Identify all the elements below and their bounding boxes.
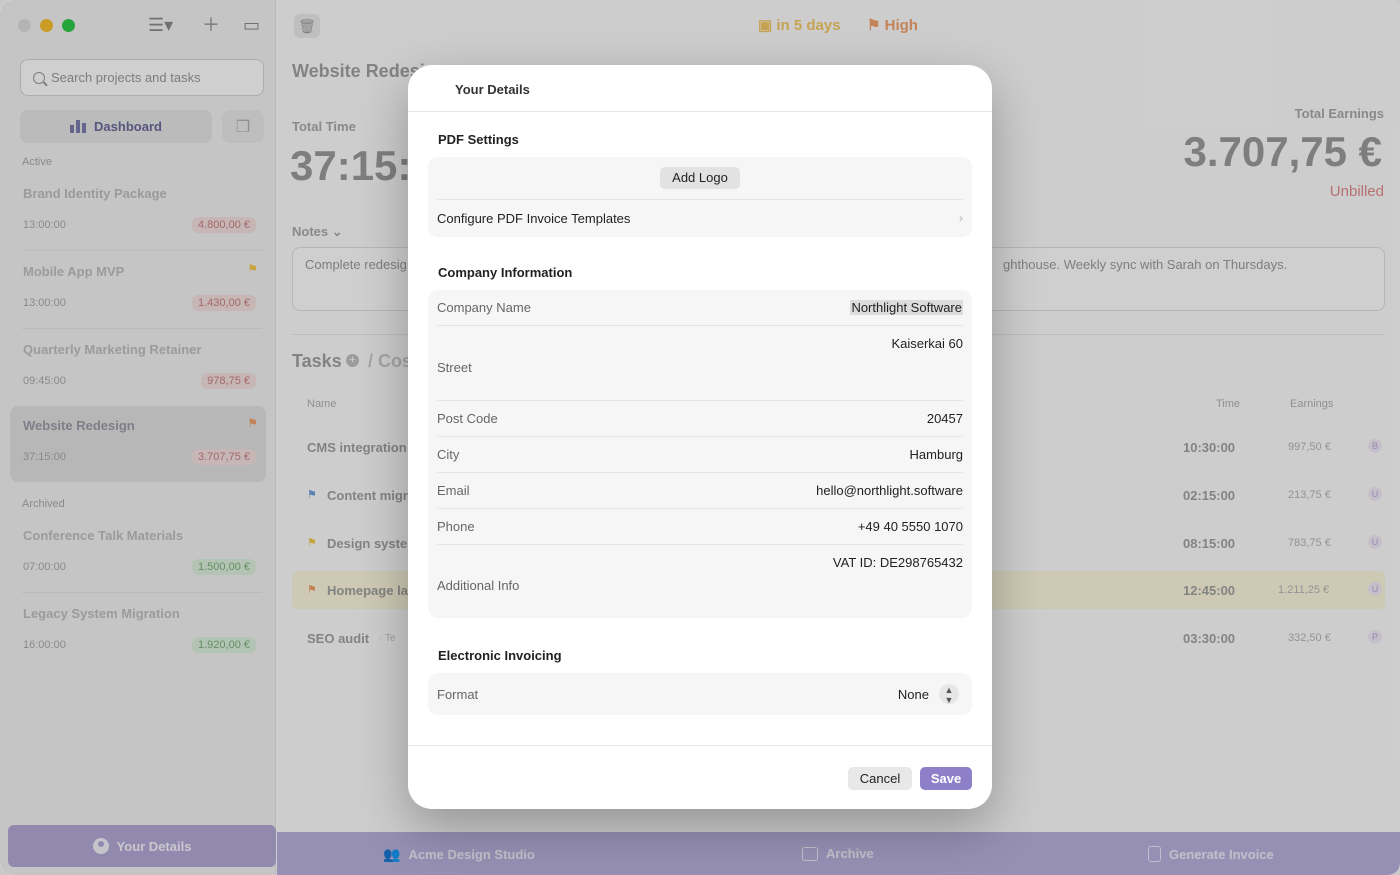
post-code-label: Post Code [437, 411, 498, 426]
email-value[interactable]: hello@northlight.software [816, 483, 963, 498]
street-value[interactable]: Kaiserkai 60 [891, 336, 963, 351]
post-code-value[interactable]: 20457 [927, 411, 963, 426]
additional-info-label: Additional Info [437, 578, 520, 593]
einvoicing-group: Format None ▲ ▼ [428, 673, 972, 715]
street-label: Street [437, 360, 472, 375]
additional-info-row[interactable]: VAT ID: DE298765432 Additional Info [437, 555, 963, 615]
company-info-title: Company Information [438, 265, 573, 280]
format-label: Format [437, 687, 479, 702]
divider [437, 472, 963, 473]
company-info-group: Company Name Northlight Software Kaiserk… [428, 290, 972, 618]
pdf-settings-group: Add Logo Configure PDF Invoice Templates… [428, 157, 972, 237]
company-name-label: Company Name [437, 300, 531, 315]
city-value[interactable]: Hamburg [910, 447, 963, 462]
phone-value[interactable]: +49 40 5550 1070 [858, 519, 963, 534]
divider [437, 325, 963, 326]
additional-info-value[interactable]: VAT ID: DE298765432 [833, 555, 963, 570]
city-label: City [437, 447, 460, 462]
company-name-field[interactable]: Northlight Software [850, 300, 963, 315]
save-button[interactable]: Save [920, 767, 972, 790]
divider [437, 400, 963, 401]
einvoicing-title: Electronic Invoicing [438, 648, 562, 663]
street-row[interactable]: Kaiserkai 60 Street [437, 336, 963, 400]
divider [437, 544, 963, 545]
email-label: Email [437, 483, 470, 498]
divider [437, 199, 963, 200]
dialog-title: Your Details [455, 82, 530, 97]
divider [408, 745, 992, 746]
divider [437, 436, 963, 437]
chevron-up-down-icon[interactable]: ▲ ▼ [939, 684, 959, 705]
add-logo-button[interactable]: Add Logo [660, 167, 740, 189]
divider [437, 508, 963, 509]
chevron-right-icon: › [959, 211, 963, 225]
configure-templates-label: Configure PDF Invoice Templates [437, 211, 631, 226]
company-name-value: Northlight Software [850, 300, 963, 315]
divider [408, 111, 992, 112]
phone-label: Phone [437, 519, 475, 534]
your-details-dialog: Your Details PDF Settings Add Logo Confi… [408, 65, 992, 809]
app-window: ☰▾ ＋ ▭ Search projects and tasks Dashboa… [0, 0, 1400, 875]
cancel-button[interactable]: Cancel [848, 767, 912, 790]
format-select-value[interactable]: None [898, 687, 929, 702]
pdf-settings-title: PDF Settings [438, 132, 519, 147]
